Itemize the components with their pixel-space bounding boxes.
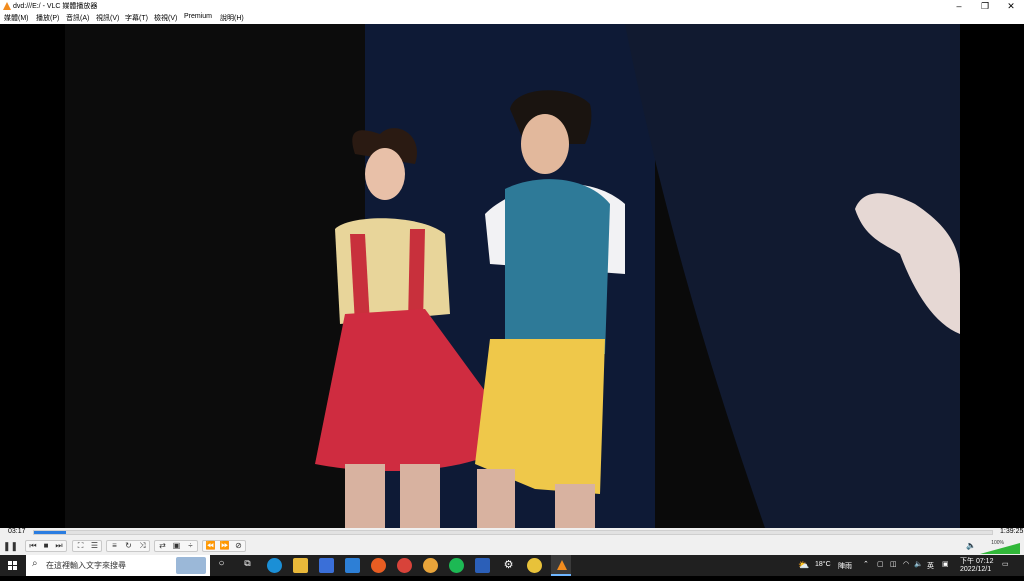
app-icon[interactable] (527, 558, 542, 573)
notification-icon[interactable]: ▭ (1002, 560, 1009, 568)
window-title: dvd:///E:/ - VLC 媒體播放器 (13, 3, 98, 10)
prev-chapter-icon[interactable]: ⏪ (204, 540, 217, 552)
control-bar: ❚❚ ⏮ ■ ⏭ ⛶ ☰ ≡ ↻ ⤨ ⇄ ▣ ÷ ⏪ ⏩ ⊘ 🔈 100% (0, 538, 1024, 555)
cortana-icon[interactable]: ○ (214, 558, 229, 573)
vlc-icon[interactable] (551, 555, 571, 576)
search-highlight-image (176, 557, 206, 574)
clock-time[interactable]: 下午 07:12 (960, 556, 993, 566)
seek-row: 03:17 1:39:25 (0, 528, 1024, 538)
chrome-alt-icon[interactable] (423, 558, 438, 573)
title-bar: dvd:///E:/ - VLC 媒體播放器 – ❐ ✕ (0, 0, 1024, 12)
view-group: ⛶ ☰ (72, 540, 102, 552)
ime-indicator[interactable]: 英 (927, 561, 934, 571)
volume-slider[interactable]: 100% (980, 540, 1020, 554)
spotify-icon[interactable] (449, 558, 464, 573)
ab-loop-icon[interactable]: ⇄ (156, 540, 169, 552)
total-time: 1:39:25 (1000, 528, 1024, 535)
next-chapter-icon[interactable]: ⏩ (218, 540, 231, 552)
vlc-logo-icon (3, 2, 11, 10)
task-view-icon[interactable]: ⧉ (240, 558, 255, 573)
weather-temp[interactable]: 18°C (815, 561, 831, 568)
firefox-icon[interactable] (371, 558, 386, 573)
search-icon: ⌕ (32, 558, 38, 569)
menu-premium[interactable]: Premium (184, 13, 212, 20)
frame-step-icon[interactable]: ÷ (184, 540, 197, 552)
mail-icon[interactable] (345, 558, 360, 573)
transport-group: ⏮ ■ ⏭ (25, 540, 67, 552)
menu-view[interactable]: 檢視(V) (154, 13, 177, 23)
tray-app2-icon[interactable]: ◫ (890, 560, 897, 568)
minimize-button[interactable]: – (946, 0, 972, 12)
chrome-icon[interactable] (397, 558, 412, 573)
menu-subtitle[interactable]: 字幕(T) (125, 13, 148, 23)
word-icon[interactable] (475, 558, 490, 573)
elapsed-time: 03:17 (8, 528, 26, 535)
store-icon[interactable] (319, 558, 334, 573)
loop-icon[interactable]: ↻ (122, 540, 135, 552)
dvd-group: ⏪ ⏩ ⊘ (202, 540, 246, 552)
menu-playback[interactable]: 播放(P) (36, 13, 59, 23)
speaker-icon[interactable]: 🔈 (966, 540, 976, 552)
playlist-icon[interactable]: ≡ (108, 540, 121, 552)
menu-audio[interactable]: 音訊(A) (66, 13, 89, 23)
weather-desc[interactable]: 陣雨 (838, 561, 852, 571)
search-placeholder: 在這裡輸入文字來搜尋 (46, 561, 126, 570)
random-icon[interactable]: ⤨ (136, 540, 149, 552)
ime-mode-icon[interactable]: ▣ (942, 560, 949, 568)
menu-help[interactable]: 說明(H) (220, 13, 244, 23)
menu-media[interactable]: 媒體(M) (4, 13, 29, 23)
clock-date[interactable]: 2022/12/1 (960, 566, 991, 573)
restore-button[interactable]: ❐ (972, 0, 998, 12)
extended-settings-icon[interactable]: ☰ (88, 540, 101, 552)
fullscreen-icon[interactable]: ⛶ (74, 540, 87, 552)
stop-icon[interactable]: ■ (40, 540, 52, 552)
pause-icon[interactable]: ❚❚ (3, 540, 18, 552)
seek-bar[interactable] (33, 530, 993, 535)
advanced-group: ⇄ ▣ ÷ (154, 540, 198, 552)
edge-icon[interactable] (267, 558, 282, 573)
settings-icon[interactable]: ⚙ (501, 558, 516, 573)
video-frame (65, 24, 960, 528)
windows-start-icon[interactable] (0, 555, 26, 576)
taskbar: ⌕ 在這裡輸入文字來搜尋 ○ ⧉ ⚙ ⛅ 18°C 陣雨 ⌃ ▢ ◫ ◠ 🔈 英… (0, 555, 1024, 576)
wifi-icon[interactable]: ◠ (903, 560, 909, 568)
taskbar-search-box[interactable]: ⌕ 在這裡輸入文字來搜尋 (26, 555, 210, 576)
tray-app-icon[interactable]: ▢ (877, 560, 884, 568)
next-icon[interactable]: ⏭ (53, 540, 65, 552)
menu-video[interactable]: 視訊(V) (96, 13, 119, 23)
video-area[interactable] (0, 24, 1024, 528)
video-frame-image (65, 24, 960, 528)
disc-menu-icon[interactable]: ⊘ (232, 540, 245, 552)
volume-label: 100% (991, 540, 1004, 546)
prev-icon[interactable]: ⏮ (27, 540, 39, 552)
volume-tray-icon[interactable]: 🔈 (914, 560, 923, 568)
close-button[interactable]: ✕ (998, 0, 1024, 12)
snapshot-icon[interactable]: ▣ (170, 540, 183, 552)
playlist-group: ≡ ↻ ⤨ (106, 540, 150, 552)
tray-chevron-icon[interactable]: ⌃ (863, 560, 869, 568)
weather-icon: ⛅ (798, 560, 810, 570)
file-explorer-icon[interactable] (293, 558, 308, 573)
seek-bar-fill (34, 531, 66, 534)
